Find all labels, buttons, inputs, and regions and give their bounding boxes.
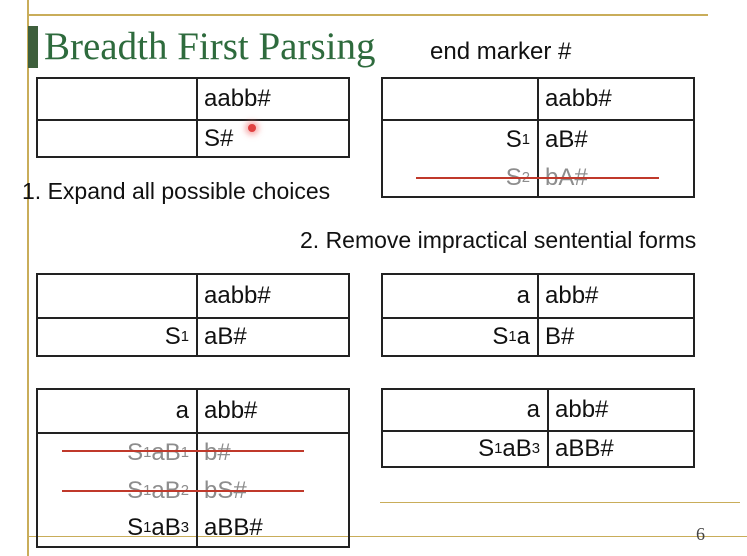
input-cell: aBB#: [196, 510, 348, 546]
title-accent-block: [28, 26, 38, 68]
input-cell: aabb#: [196, 79, 348, 119]
table-row: S1a B#: [383, 317, 693, 355]
step-one-text: 1. Expand all possible choices: [22, 178, 331, 204]
input-cell: abb#: [196, 390, 348, 432]
input-cell: aabb#: [537, 79, 693, 119]
parse-table-expanded: aabb# S1 aB# S2 bA#: [381, 77, 695, 198]
input-cell: B#: [537, 319, 693, 355]
table-row: S 1 aB 3 aBB#: [38, 510, 348, 546]
parse-table-s1: aabb# S1 aB#: [36, 273, 350, 357]
table-row: aabb#: [383, 79, 693, 119]
parse-table-match-a: a abb# S1a B#: [381, 273, 695, 357]
strikethrough-line: [62, 450, 304, 452]
stack-cell: S 1 aB 1: [127, 439, 189, 466]
stack-cell: S1: [505, 126, 530, 153]
stack-cell: S 1 aB 3: [127, 514, 189, 541]
step-two-text: 2. Remove impractical sentential forms: [300, 227, 697, 253]
input-cell: S#: [196, 121, 348, 156]
stack-cell: [38, 121, 196, 156]
table-row: aabb#: [38, 79, 348, 119]
slide-footer-rule: [380, 502, 740, 503]
table-row: S1 aB#: [383, 119, 693, 159]
parse-table-pruned: a abb# S 1 aB 3 aBB#: [381, 388, 695, 468]
table-row: S 1 aB 1 b#: [38, 432, 348, 472]
input-cell: abb#: [547, 390, 693, 430]
slide-left-rule: [27, 0, 29, 556]
stack-cell: [38, 275, 196, 317]
stack-cell: a: [526, 396, 540, 423]
input-cell: aB#: [537, 121, 693, 159]
table-row: a abb#: [38, 390, 348, 432]
parse-table-expand-b: a abb# S1aB1 b# S1aB2 bS# S1aB3 aBB#: [36, 388, 350, 548]
table-row: S1 aB#: [38, 317, 348, 355]
stack-cell: S 1 aB 3: [478, 435, 540, 462]
end-marker-note: end marker #: [430, 38, 572, 65]
input-cell: abb#: [537, 275, 693, 317]
table-row: a abb#: [383, 275, 693, 317]
input-cell: aB#: [196, 319, 348, 355]
stack-cell: a: [175, 397, 189, 424]
slide-top-rule: [28, 14, 708, 16]
stack-cell: S1a: [492, 323, 530, 350]
input-cell: aabb#: [196, 275, 348, 317]
stack-cell: [383, 79, 537, 119]
pointer-cursor: [248, 124, 256, 132]
table-row: aabb#: [38, 275, 348, 317]
page-number: 6: [696, 524, 705, 544]
stack-cell: [38, 79, 196, 119]
input-cell: b#: [196, 434, 348, 472]
table-row: S#: [38, 119, 348, 156]
strikethrough-line: [416, 177, 659, 179]
input-cell: aBB#: [547, 432, 693, 466]
table-row: a abb#: [383, 390, 693, 430]
strikethrough-line: [62, 490, 304, 492]
parse-table-initial: aabb# S#: [36, 77, 350, 158]
stack-cell: S1: [164, 323, 189, 350]
slide-title: Breadth First Parsing: [44, 25, 376, 68]
stack-cell: a: [516, 282, 530, 309]
table-row: S 1 aB 3 aBB#: [383, 430, 693, 466]
